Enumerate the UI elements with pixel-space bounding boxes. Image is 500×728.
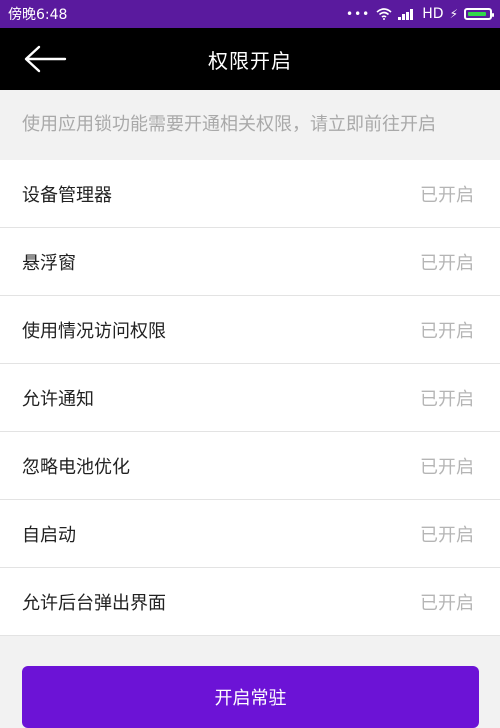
status-bar: 傍晚6:48 ••• HD ⚡: [0, 0, 500, 28]
permission-status: 已开启: [420, 320, 474, 342]
battery-icon: [464, 8, 494, 20]
permission-label: 允许通知: [22, 388, 94, 410]
permission-row-usage-access[interactable]: 使用情况访问权限 已开启: [0, 296, 500, 364]
permission-status: 已开启: [420, 252, 474, 274]
permission-label: 使用情况访问权限: [22, 320, 166, 342]
permission-row-overlay[interactable]: 悬浮窗 已开启: [0, 228, 500, 296]
battery-cap: [492, 13, 494, 17]
permission-row-autostart[interactable]: 自启动 已开启: [0, 500, 500, 568]
battery-level: [468, 12, 487, 16]
title-bar: 权限开启: [0, 28, 500, 90]
permission-hint: 使用应用锁功能需要开通相关权限，请立即前往开启: [0, 90, 500, 160]
network-type: HD: [422, 6, 444, 22]
back-arrow-icon: [24, 45, 67, 73]
permission-status: 已开启: [420, 184, 474, 206]
permission-status: 已开启: [420, 388, 474, 410]
permission-row-background-popup[interactable]: 允许后台弹出界面 已开启: [0, 568, 500, 636]
permission-row-device-admin[interactable]: 设备管理器 已开启: [0, 160, 500, 228]
wifi-icon: [376, 8, 392, 20]
permission-status: 已开启: [420, 524, 474, 546]
back-button[interactable]: [18, 40, 72, 78]
more-dots-icon: •••: [346, 7, 371, 21]
status-icons: ••• HD ⚡: [346, 6, 494, 22]
enable-resident-button[interactable]: 开启常驻: [22, 666, 479, 728]
page-title: 权限开启: [208, 48, 292, 73]
permission-list: 设备管理器 已开启 悬浮窗 已开启 使用情况访问权限 已开启 允许通知 已开启 …: [0, 160, 500, 636]
permission-row-notifications[interactable]: 允许通知 已开启: [0, 364, 500, 432]
permission-label: 设备管理器: [22, 184, 112, 206]
status-time: 傍晚6:48: [8, 7, 68, 23]
permission-label: 悬浮窗: [22, 252, 76, 274]
signal-icon: [398, 9, 414, 20]
permission-label: 自启动: [22, 524, 76, 546]
permission-row-battery-optimization[interactable]: 忽略电池优化 已开启: [0, 432, 500, 500]
permission-label: 允许后台弹出界面: [22, 592, 166, 614]
charging-icon: ⚡: [449, 7, 458, 21]
permission-status: 已开启: [420, 592, 474, 614]
permission-status: 已开启: [420, 456, 474, 478]
permission-label: 忽略电池优化: [22, 456, 130, 478]
